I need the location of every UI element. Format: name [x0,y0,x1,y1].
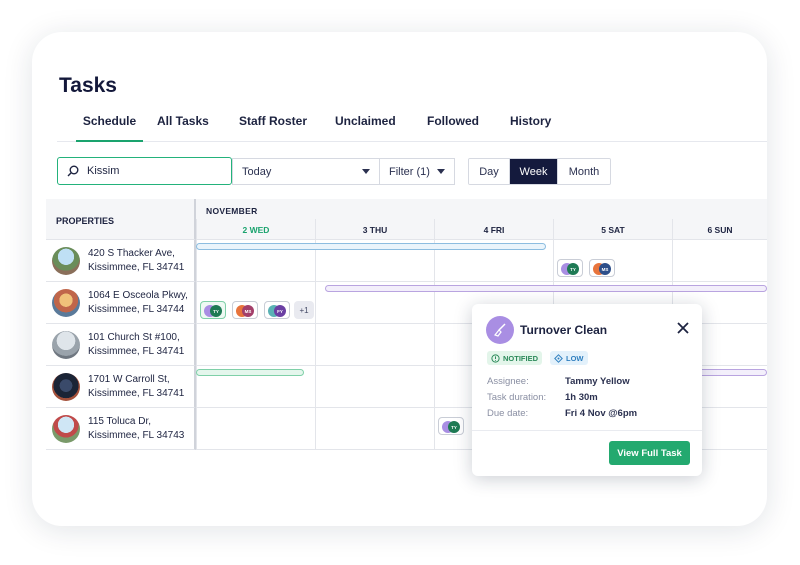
status-badge: NOTIFIED [487,351,542,365]
task-chip[interactable]: MS [232,301,258,319]
property-address: 115 Toluca Dr, [88,415,152,427]
avatar: MS [242,305,254,317]
day-cell[interactable] [315,324,434,366]
property-city: Kissimmee, FL 34743 [88,429,185,441]
task-chip[interactable]: TY [557,259,583,277]
avatar: FY [274,305,286,317]
task-chip[interactable]: TY [200,301,226,319]
chevron-down-icon [437,169,445,174]
tab-followed[interactable]: Followed [427,112,479,142]
due-date-label: Due date: [487,408,529,419]
search-box[interactable] [57,157,232,185]
property-city: Kissimmee, FL 34741 [88,387,185,399]
due-date-value: Fri 4 Nov @6pm [565,408,638,419]
property-city: Kissimmee, FL 34741 [88,345,185,357]
task-chip[interactable]: FY [264,301,290,319]
day-cell[interactable] [196,324,315,366]
properties-header: PROPERTIES [46,199,196,240]
property-row[interactable]: 115 Toluca Dr, Kissimmee, FL 34743 [46,408,196,450]
search-icon [67,165,79,177]
property-address: 1064 E Osceola Pkwy, [88,289,188,301]
property-thumbnail [52,330,80,359]
view-switcher: Day Week Month [468,158,611,185]
reservation-bar[interactable] [196,369,304,376]
reservation-bar[interactable] [696,369,767,376]
property-thumbnail [52,414,80,443]
app-card: Tasks Schedule All Tasks Staff Roster Un… [32,32,767,526]
tab-all-tasks[interactable]: All Tasks [157,112,209,142]
avatar: TY [567,263,579,275]
property-address: 101 Church St #100, [88,331,180,343]
date-select-value: Today [242,165,272,178]
assignee-label: Assignee: [487,376,529,387]
close-icon[interactable] [676,321,690,335]
property-row[interactable]: 1701 W Carroll St, Kissimmee, FL 34741 [46,366,196,408]
chevron-down-icon [362,169,370,174]
property-row[interactable]: 420 S Thacker Ave, Kissimmee, FL 34741 [46,240,196,282]
reservation-bar[interactable] [196,243,546,250]
priority-badge: LOW [550,351,588,365]
assignee-value: Tammy Yellow [565,376,630,387]
month-label: NOVEMBER [196,199,767,219]
info-icon [491,353,500,363]
avatar: TY [210,305,222,317]
task-chip[interactable]: TY [438,417,464,435]
property-city: Kissimmee, FL 34744 [88,303,185,315]
task-chip[interactable]: MS [589,259,615,277]
view-full-task-button[interactable]: View Full Task [609,441,690,465]
property-address: 420 S Thacker Ave, [88,247,175,259]
task-type-badge [486,316,514,344]
day-cell[interactable] [315,366,434,408]
page-title: Tasks [59,74,117,97]
avatar: TY [448,421,460,433]
popup-divider [472,430,702,431]
day-header: 6 SUN [672,219,767,240]
property-address: 1701 W Carroll St, [88,373,170,385]
reservation-bar[interactable] [325,285,767,292]
property-row[interactable]: 101 Church St #100, Kissimmee, FL 34741 [46,324,196,366]
day-cell[interactable] [196,408,315,450]
avatar: MS [599,263,611,275]
tab-unclaimed[interactable]: Unclaimed [335,112,396,142]
diamond-icon [554,353,563,363]
view-month-button[interactable]: Month [557,159,610,184]
day-cell[interactable] [672,240,767,282]
view-week-button[interactable]: Week [509,159,557,184]
popup-title: Turnover Clean [520,323,608,337]
property-thumbnail [52,246,80,275]
tab-history[interactable]: History [510,112,551,142]
day-cell[interactable] [315,408,434,450]
broom-icon [493,323,506,337]
filter-select[interactable]: Filter (1) [379,158,455,185]
property-row[interactable]: 1064 E Osceola Pkwy, Kissimmee, FL 34744 [46,282,196,324]
day-header: 4 FRI [434,219,553,240]
day-header: 3 THU [315,219,434,240]
tab-schedule[interactable]: Schedule [76,112,143,142]
duration-label: Task duration: [487,392,547,403]
more-tasks-badge[interactable]: +1 [294,301,314,319]
property-thumbnail [52,372,80,401]
priority-badge-label: LOW [566,353,584,363]
tab-bar: Schedule All Tasks Staff Roster Unclaime… [57,112,767,142]
status-badge-label: NOTIFIED [503,353,538,363]
property-thumbnail [52,288,80,317]
property-city: Kissimmee, FL 34741 [88,261,185,273]
filter-select-value: Filter (1) [389,165,430,178]
day-header: 2 WED [196,219,315,240]
duration-value: 1h 30m [565,392,598,403]
task-popup: Turnover Clean NOTIFIED LOW Assignee: Ta… [472,304,702,476]
tab-staff-roster[interactable]: Staff Roster [239,112,307,142]
search-input[interactable] [87,165,207,177]
date-select[interactable]: Today [232,158,380,185]
view-day-button[interactable]: Day [469,159,509,184]
day-header: 5 SAT [553,219,672,240]
